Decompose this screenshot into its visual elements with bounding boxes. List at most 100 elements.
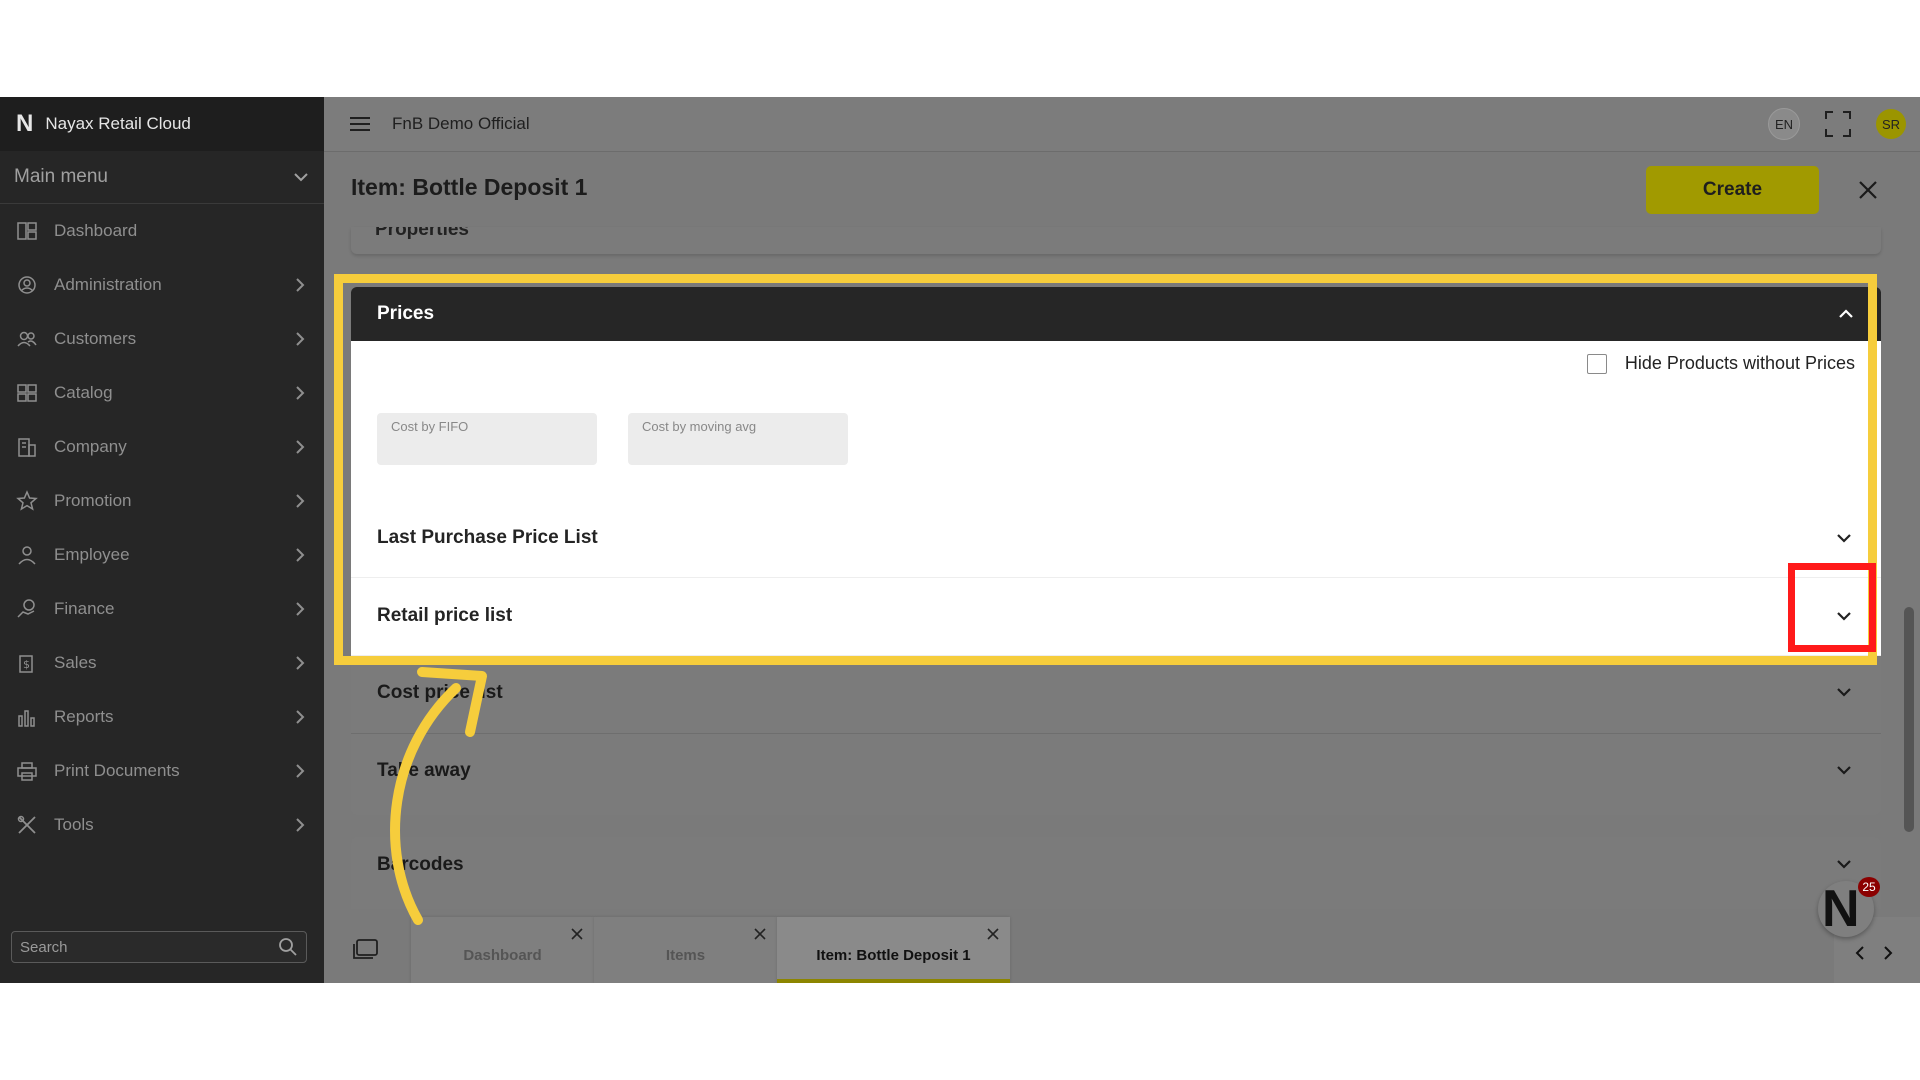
chevron-down-icon[interactable] — [1833, 527, 1855, 549]
cost-by-fifo-field: Cost by FIFO — [377, 413, 597, 465]
sidebar-item-label: Print Documents — [54, 761, 180, 780]
chevron-down-icon — [294, 173, 308, 182]
finance-icon — [17, 599, 35, 618]
last-purchase-price-list-row[interactable]: Last Purchase Price List — [351, 499, 1881, 578]
retail-price-list-row[interactable]: Retail price list — [351, 577, 1881, 656]
star-icon — [16, 490, 38, 511]
hide-products-label: Hide Products without Prices — [1624, 353, 1855, 373]
tab-label: Dashboard — [463, 947, 542, 964]
sidebar-item-customers[interactable]: Customers — [0, 312, 324, 366]
take-away-row[interactable]: Take away — [351, 733, 1881, 811]
sales-icon: $ — [19, 655, 33, 673]
sidebar-item-label: Administration — [54, 275, 162, 294]
chevron-right-icon — [296, 278, 305, 292]
create-button[interactable]: Create — [1646, 166, 1819, 214]
language-selector[interactable]: EN — [1768, 108, 1800, 140]
chevron-right-icon — [296, 656, 305, 670]
windows-icon[interactable] — [352, 937, 380, 961]
employee-icon — [18, 546, 36, 565]
sidebar-item-catalog[interactable]: Catalog — [0, 366, 324, 420]
customers-icon — [17, 331, 37, 347]
chevron-down-icon[interactable] — [1833, 681, 1855, 703]
chevron-right-icon — [296, 548, 305, 562]
search-icon[interactable] — [278, 937, 298, 957]
sidebar-item-tools[interactable]: Tools — [0, 798, 324, 852]
prices-section: Prices Hide Products without Prices Cost… — [351, 287, 1881, 815]
notification-count-badge: 25 — [1858, 877, 1880, 897]
barcodes-section[interactable]: Barcodes — [351, 837, 1881, 917]
chevron-right-icon — [296, 494, 305, 508]
brand-bar[interactable]: N Nayax Retail Cloud — [0, 97, 324, 151]
sidebar-item-label: Customers — [54, 329, 137, 348]
cost-by-fifo-label: Cost by FIFO — [391, 419, 469, 434]
sidebar-item-administration[interactable]: Administration — [0, 258, 324, 312]
prices-header[interactable]: Prices — [351, 287, 1881, 341]
chevron-down-icon[interactable] — [1833, 759, 1855, 781]
tools-icon — [17, 815, 36, 834]
sidebar-item-sales[interactable]: $ Sales — [0, 636, 324, 690]
sidebar-item-print-documents[interactable]: Print Documents — [0, 744, 324, 798]
company-name: FnB Demo Official — [392, 114, 530, 133]
chevron-right-icon — [296, 764, 305, 778]
page-title: Item: Bottle Deposit 1 — [351, 174, 588, 200]
chevron-down-icon[interactable] — [1833, 853, 1855, 875]
sidebar-item-label: Promotion — [54, 491, 132, 510]
close-icon[interactable] — [570, 927, 584, 941]
hamburger-menu-icon[interactable] — [348, 114, 372, 134]
top-bar: FnB Demo Official EN SR — [324, 97, 1920, 152]
price-list-label: Last Purchase Price List — [377, 527, 598, 548]
price-list-label: Retail price list — [377, 605, 513, 626]
barcodes-title: Barcodes — [377, 854, 464, 875]
price-list-label: Cost price list — [377, 682, 503, 703]
sidebar-item-finance[interactable]: Finance — [0, 582, 324, 636]
price-list-label: Take away — [377, 760, 471, 781]
close-icon[interactable] — [753, 927, 767, 941]
properties-section[interactable]: Properties — [351, 227, 1881, 254]
sidebar-search-input[interactable] — [12, 937, 272, 957]
chevron-left-icon[interactable] — [1852, 945, 1868, 961]
printer-icon — [17, 762, 37, 781]
cost-price-list-row[interactable]: Cost price list — [351, 655, 1881, 734]
chevron-right-icon — [296, 710, 305, 724]
tab-label: Item: Bottle Deposit 1 — [816, 947, 971, 964]
chevron-right-icon — [296, 386, 305, 400]
sidebar-item-label: Finance — [54, 599, 115, 618]
assistant-launcher[interactable]: N 25 — [1818, 877, 1880, 938]
chevron-right-icon — [296, 332, 305, 346]
sidebar-item-company[interactable]: Company — [0, 420, 324, 474]
reports-icon — [18, 710, 35, 727]
company-icon — [18, 438, 36, 457]
cost-by-moving-avg-label: Cost by moving avg — [642, 419, 757, 434]
close-icon[interactable] — [986, 927, 1000, 941]
sidebar: N Nayax Retail Cloud Main menu Dashboard… — [0, 97, 324, 983]
hide-products-checkbox[interactable] — [1586, 353, 1607, 374]
chevron-down-icon[interactable] — [1833, 605, 1855, 627]
chevron-right-icon — [296, 440, 305, 454]
chevron-right-icon[interactable] — [1880, 945, 1896, 961]
tab-item-bottle-deposit[interactable]: Item: Bottle Deposit 1 — [777, 917, 1010, 983]
sidebar-item-dashboard[interactable]: Dashboard — [0, 204, 324, 258]
sidebar-item-promotion[interactable]: Promotion — [0, 474, 324, 528]
close-icon[interactable] — [1856, 178, 1880, 202]
content-scrollbar[interactable] — [1904, 607, 1914, 832]
sidebar-item-reports[interactable]: Reports — [0, 690, 324, 744]
sidebar-item-employee[interactable]: Employee — [0, 528, 324, 582]
hide-products-option[interactable]: Hide Products without Prices — [1586, 353, 1855, 374]
user-avatar[interactable]: SR — [1876, 109, 1906, 139]
sidebar-item-label: Tools — [54, 815, 94, 834]
prices-body: Hide Products without Prices Cost by FIF… — [351, 341, 1881, 656]
app-window: N Nayax Retail Cloud Main menu Dashboard… — [0, 97, 1920, 983]
brand-name: Nayax Retail Cloud — [45, 114, 191, 133]
tab-label: Items — [665, 947, 706, 964]
cost-by-moving-avg-field: Cost by moving avg — [628, 413, 848, 465]
chevron-up-icon[interactable] — [1835, 303, 1857, 325]
item-editor: Item: Bottle Deposit 1 Create Properties… — [324, 152, 1920, 983]
fullscreen-icon[interactable] — [1824, 110, 1852, 138]
admin-icon — [18, 276, 36, 294]
main-menu-label: Main menu — [14, 166, 108, 187]
main-menu-toggle[interactable]: Main menu — [0, 151, 324, 204]
properties-title: Properties — [375, 227, 469, 240]
tab-bar: Dashboard Items Item: Bottle Deposit 1 — [324, 909, 1920, 983]
tab-dashboard[interactable]: Dashboard — [411, 917, 594, 983]
tab-items[interactable]: Items — [594, 917, 777, 983]
